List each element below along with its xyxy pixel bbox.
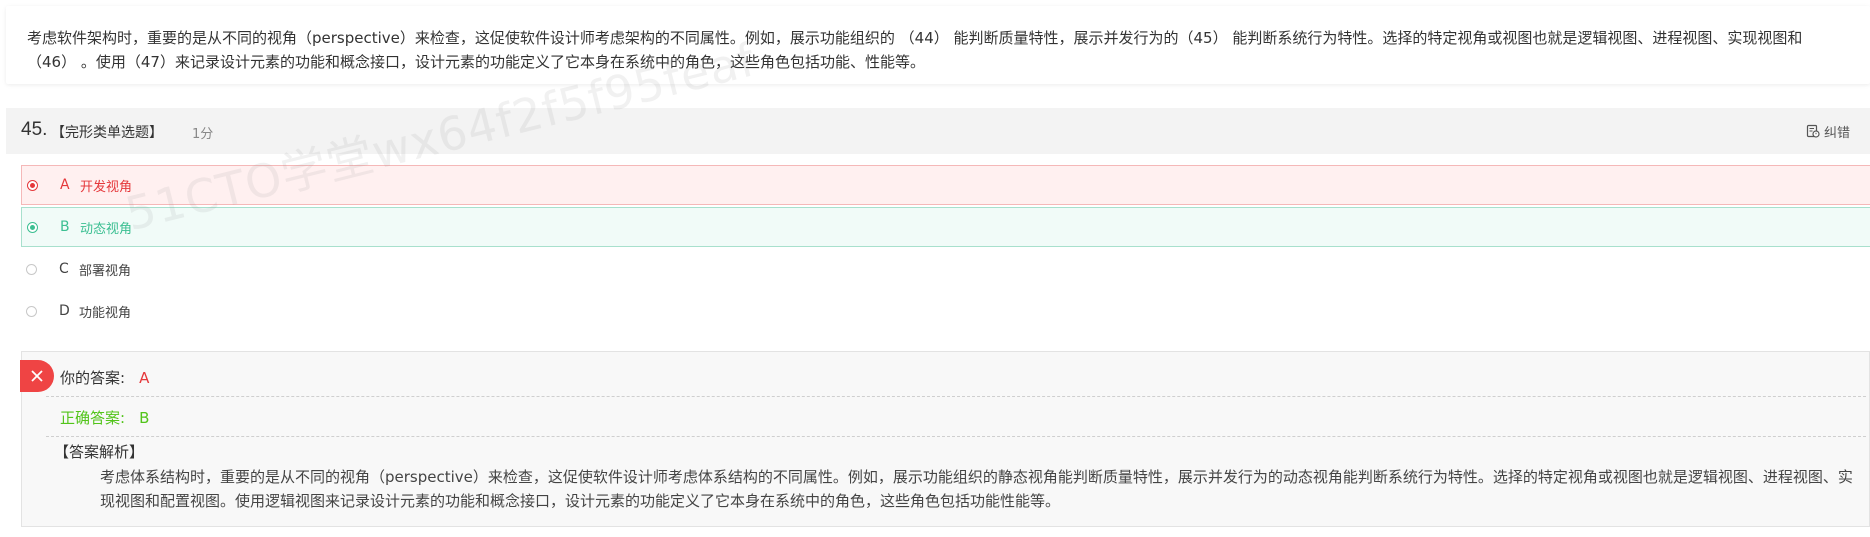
passage-text: 考虑软件架构时，重要的是从不同的视角（perspective）来检查，这促使软件…: [27, 29, 1803, 71]
close-icon: [31, 370, 43, 382]
option-c[interactable]: C 部署视角: [21, 249, 1870, 289]
correct-answer-label: 正确答案:: [60, 409, 126, 427]
wrong-answer-badge: [20, 360, 54, 392]
option-b[interactable]: B 动态视角: [21, 207, 1870, 247]
divider: [46, 396, 1866, 397]
radio-empty-icon[interactable]: [26, 263, 37, 275]
option-letter: A: [60, 177, 70, 193]
question-number: 45.: [21, 119, 48, 140]
option-text: 动态视角: [80, 221, 133, 237]
exam-page: 考虑软件架构时，重要的是从不同的视角（perspective）来检查，这促使软件…: [0, 0, 1870, 537]
correct-answer: 正确答案: B: [60, 407, 149, 428]
your-answer-value: A: [139, 369, 150, 387]
your-answer: 你的答案: A: [60, 367, 149, 388]
question-header: 45. 【完形类单选题】 1分 纠错: [6, 108, 1870, 154]
radio-correct-icon[interactable]: [27, 221, 38, 233]
report-error-button[interactable]: 纠错: [1806, 121, 1850, 141]
question-type: 【完形类单选题】: [51, 125, 163, 141]
question-passage: 考虑软件架构时，重要的是从不同的视角（perspective）来检查，这促使软件…: [6, 6, 1870, 84]
option-d[interactable]: D 功能视角: [21, 291, 1870, 331]
report-error-label: 纠错: [1824, 125, 1851, 141]
radio-empty-icon[interactable]: [26, 305, 37, 317]
your-answer-label: 你的答案:: [60, 369, 126, 387]
divider: [46, 436, 1866, 437]
option-letter: B: [60, 219, 70, 235]
option-text: 功能视角: [79, 305, 132, 321]
analysis-text: 考虑体系结构时，重要的是从不同的视角（perspective）来检查，这促使软件…: [100, 468, 1853, 510]
report-icon: [1806, 124, 1820, 138]
option-text: 部署视角: [79, 263, 132, 279]
radio-selected-icon[interactable]: [27, 179, 38, 191]
option-letter: D: [59, 303, 70, 319]
question-score: 1分: [192, 127, 214, 142]
answer-panel: 你的答案: A 正确答案: B 【答案解析】 考虑体系结构时，重要的是从不同的视角（…: [20, 351, 1870, 527]
analysis-title: 【答案解析】: [54, 443, 145, 461]
option-letter: C: [59, 261, 69, 277]
correct-answer-value: B: [139, 409, 150, 427]
option-a[interactable]: A 开发视角: [21, 165, 1870, 205]
option-text: 开发视角: [80, 179, 133, 195]
